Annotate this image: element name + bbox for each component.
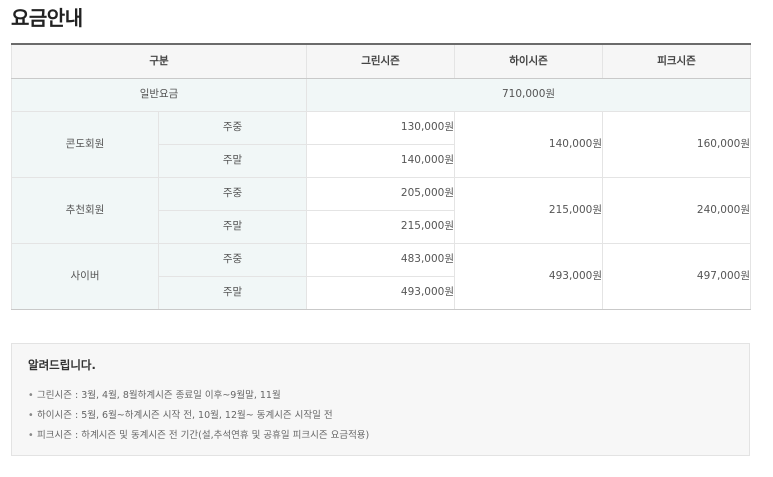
weekend-label: 주말 bbox=[157, 209, 308, 244]
notice-item-text: 피크시즌 : 하계시즌 및 동계시즌 전 기간(설,추석연휴 및 공휴일 피크시… bbox=[37, 430, 370, 441]
table-row: 사이버 주중 483,000원 493,000원 497,000원 bbox=[11, 242, 752, 310]
group-label: 사이버 bbox=[11, 242, 159, 310]
notice-list: • 그린시즌 : 3월, 4월, 8월하계시즌 종료일 이후~9월말, 11월 •… bbox=[28, 386, 369, 446]
weekend-green-price: 493,000원 bbox=[306, 275, 456, 310]
notice-item-text: 그린시즌 : 3월, 4월, 8월하계시즌 종료일 이후~9월말, 11월 bbox=[37, 390, 281, 401]
general-rate-price: 710,000원 bbox=[306, 77, 752, 112]
group-label: 추천회원 bbox=[11, 176, 159, 244]
bullet-icon: • bbox=[28, 430, 34, 441]
list-item: • 그린시즌 : 3월, 4월, 8월하계시즌 종료일 이후~9월말, 11월 bbox=[28, 386, 369, 406]
peak-season-price: 497,000원 bbox=[602, 242, 752, 310]
bullet-icon: • bbox=[28, 410, 34, 421]
table-header-row: 구분 그린시즌 하이시즌 피크시즌 bbox=[10, 43, 752, 79]
fee-table: 구분 그린시즌 하이시즌 피크시즌 일반요금 710,000원 콘도회원 주중 … bbox=[10, 43, 752, 310]
bullet-icon: • bbox=[28, 390, 34, 401]
weekday-label: 주중 bbox=[157, 176, 308, 211]
high-season-price: 140,000원 bbox=[454, 110, 604, 178]
weekend-label: 주말 bbox=[157, 143, 308, 178]
header-category: 구분 bbox=[10, 43, 308, 79]
weekday-green-price: 483,000원 bbox=[306, 242, 456, 277]
high-season-price: 215,000원 bbox=[454, 176, 604, 244]
peak-season-price: 240,000원 bbox=[602, 176, 752, 244]
peak-season-price: 160,000원 bbox=[602, 110, 752, 178]
table-row: 콘도회원 주중 130,000원 140,000원 160,000원 bbox=[11, 110, 752, 178]
list-item: • 피크시즌 : 하계시즌 및 동계시즌 전 기간(설,추석연휴 및 공휴일 피크… bbox=[28, 426, 369, 446]
weekday-green-price: 205,000원 bbox=[306, 176, 456, 211]
weekend-green-price: 215,000원 bbox=[306, 209, 456, 244]
page-title: 요금안내 bbox=[11, 6, 83, 30]
header-green-season: 그린시즌 bbox=[306, 43, 456, 79]
table-row: 일반요금 710,000원 bbox=[10, 77, 752, 112]
notice-title: 알려드립니다. bbox=[28, 358, 96, 372]
high-season-price: 493,000원 bbox=[454, 242, 604, 310]
weekday-green-price: 130,000원 bbox=[306, 110, 456, 145]
weekday-label: 주중 bbox=[157, 110, 308, 145]
table-row: 추천회원 주중 205,000원 215,000원 240,000원 bbox=[11, 176, 752, 244]
general-rate-label: 일반요금 bbox=[10, 77, 308, 112]
weekend-label: 주말 bbox=[157, 275, 308, 310]
list-item: • 하이시즌 : 5월, 6월~하계시즌 시작 전, 10월, 12월~ 동계시즌… bbox=[28, 406, 369, 426]
header-high-season: 하이시즌 bbox=[454, 43, 604, 79]
weekday-label: 주중 bbox=[157, 242, 308, 277]
notice-item-text: 하이시즌 : 5월, 6월~하계시즌 시작 전, 10월, 12월~ 동계시즌 … bbox=[37, 410, 333, 421]
group-label: 콘도회원 bbox=[11, 110, 159, 178]
notice-box: 알려드립니다. • 그린시즌 : 3월, 4월, 8월하계시즌 종료일 이후~9월… bbox=[11, 343, 750, 456]
weekend-green-price: 140,000원 bbox=[306, 143, 456, 178]
header-peak-season: 피크시즌 bbox=[602, 43, 752, 79]
